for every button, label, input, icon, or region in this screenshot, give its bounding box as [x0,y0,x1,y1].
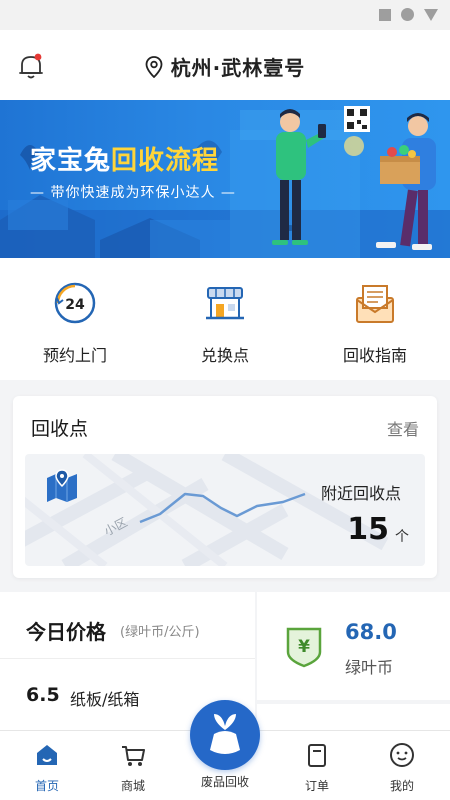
quick-actions: 24 预约上门 兑换点 回收指南 [0,258,450,380]
home-circle-icon[interactable] [401,8,414,21]
nearby-count-unit: 个 [395,529,409,545]
banner-title-part1: 家宝兔 [30,146,112,176]
banner-subtitle: — 带你快速成为环保小达人 — [30,185,236,201]
price-item-name: 纸板/纸箱 [70,690,140,709]
svg-text:¥: ¥ [298,637,310,657]
quick-action-label: 预约上门 [42,346,107,365]
tab-profile[interactable]: 我的 [372,741,432,794]
status-bar [0,0,450,30]
tab-label: 订单 [304,779,329,793]
system-icons [379,8,438,21]
order-icon [308,744,326,767]
tab-label: 废品回收 [200,775,249,789]
nearby-label: 附近回收点 [320,484,401,503]
quick-action-label: 兑换点 [200,346,249,365]
green-coin-panel[interactable]: ¥ 68.0 绿叶币 [257,592,450,700]
yuan-shield-icon: ¥ [286,627,322,668]
green-coin-panel-lower [257,704,450,730]
back-triangle-icon[interactable] [424,8,438,21]
recycle-point-card: 回收点 查看 小区 附近回收点 15 个 [13,396,437,578]
recent-apps-icon[interactable] [379,8,391,21]
green-coin-label: 绿叶币 [345,658,394,677]
price-divider [0,658,255,659]
price-unit: (绿叶币/公斤) [120,625,200,640]
sprout-bag-icon [210,714,240,754]
tab-label: 我的 [389,779,414,793]
banner-title-part2: 回收流程 [111,146,220,176]
price-title: 今日价格 [26,620,106,644]
green-coin-value: 68.0 [345,620,397,644]
tab-label: 商城 [120,779,145,793]
quick-action-label: 回收指南 [342,346,407,365]
price-item-value: 6.5 [26,684,60,706]
nearby-map[interactable]: 小区 附近回收点 15 个 [25,454,425,566]
view-recycle-points-link[interactable]: 查看 [387,416,419,440]
tab-label: 首页 [34,779,59,793]
quick-action-guide[interactable]: 回收指南 [300,280,450,366]
tab-mall[interactable]: 商城 [103,741,163,794]
location-pin-icon [145,55,163,78]
banner-title: 家宝兔回收流程 [30,140,219,177]
top-header: 杭州·武林壹号 [0,30,450,100]
clock-24-icon: 24 [54,282,96,324]
quick-action-store[interactable]: 兑换点 [150,280,300,366]
promo-banner[interactable]: 家宝兔回收流程 — 带你快速成为环保小达人 — [0,100,450,258]
store-icon [206,287,244,320]
quick-action-appointment[interactable]: 24 预约上门 [0,280,150,366]
tab-recycle-button[interactable] [190,700,260,770]
home-icon [37,745,57,765]
location-text: 杭州·武林壹号 [170,56,306,80]
tab-orders[interactable]: 订单 [287,741,347,794]
envelope-guide-icon [356,285,394,323]
recycle-point-title: 回收点 [31,418,89,440]
svg-text:24: 24 [65,297,85,313]
tab-home[interactable]: 首页 [17,741,77,794]
banner-illustration [0,106,450,258]
cart-icon [122,746,145,766]
face-icon [390,743,414,767]
map-fold-icon [47,469,77,502]
nearby-count: 15 [347,512,389,547]
location-selector[interactable]: 杭州·武林壹号 [0,52,450,81]
map-graphic: 小区 [25,454,389,566]
